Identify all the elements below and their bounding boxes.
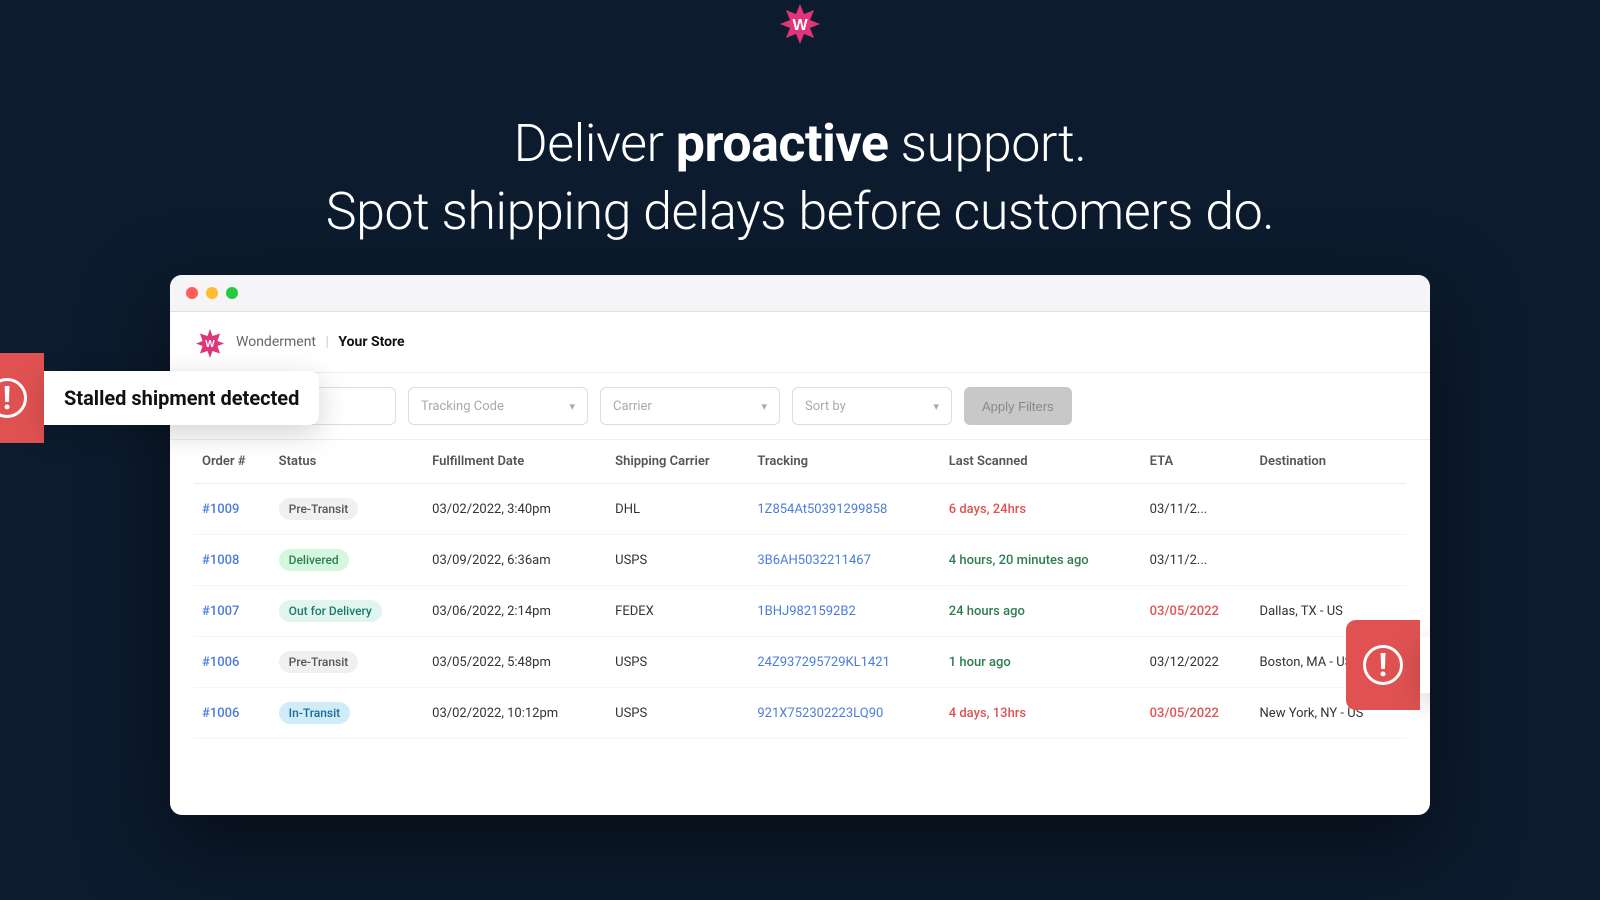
sort-label: Sort by: [805, 399, 846, 414]
table-row: #1008 Delivered 03/09/2022, 6:36amUSPS 3B6A…: [194, 535, 1406, 586]
fulfillment-date: 03/02/2022, 10:12pm: [424, 688, 607, 739]
tracking-link[interactable]: 24Z937295729KL1421: [757, 655, 890, 670]
last-scanned: 24 hours ago: [941, 586, 1142, 637]
tracking-link[interactable]: 1BHJ9821592B2: [757, 604, 855, 619]
col-destination: Destination: [1252, 440, 1406, 484]
eta: 03/12/2022: [1142, 637, 1252, 688]
shipping-carrier: USPS: [607, 688, 749, 739]
destination: [1252, 535, 1406, 586]
eta: 03/05/2022: [1142, 688, 1252, 739]
tracking-chevron-icon: ▾: [569, 400, 575, 413]
order-link[interactable]: #1006: [202, 655, 239, 670]
stalled-title: Stalled shipment detected: [64, 385, 299, 411]
sort-select[interactable]: Sort by ▾: [792, 387, 952, 425]
browser-dot-minimize[interactable]: [206, 287, 218, 299]
destination: [1252, 484, 1406, 535]
store-name: Your Store: [338, 334, 404, 350]
col-last-scanned: Last Scanned: [941, 440, 1142, 484]
brand-separator: |: [326, 334, 329, 350]
last-scanned: 6 days, 24hrs: [941, 484, 1142, 535]
carrier-label: Carrier: [613, 399, 652, 414]
status-badge: In-Transit: [279, 702, 350, 724]
fulfillment-date: 03/06/2022, 2:14pm: [424, 586, 607, 637]
svg-text:W: W: [792, 17, 808, 34]
stalled-exclaim-icon: !: [0, 378, 27, 418]
order-link[interactable]: #1007: [202, 604, 239, 619]
shipments-table: Order # Status Fulfillment Date Shipping…: [194, 440, 1406, 739]
carrier-select[interactable]: Carrier ▾: [600, 387, 780, 425]
arriving-late-tooltip: ! Arriving late: [1346, 620, 1430, 710]
fulfillment-date: 03/02/2022, 3:40pm: [424, 484, 607, 535]
filters-bar: ! Stalled shipment detected Tracking Cod…: [170, 373, 1430, 440]
shipping-carrier: FEDEX: [607, 586, 749, 637]
tracking-link[interactable]: 1Z854At50391299858: [757, 502, 887, 517]
browser-chrome: [170, 275, 1430, 312]
arriving-exclaim-icon: !: [1363, 645, 1403, 685]
fulfillment-date: 03/09/2022, 6:36am: [424, 535, 607, 586]
eta: 03/05/2022: [1142, 586, 1252, 637]
carrier-chevron-icon: ▾: [761, 400, 767, 413]
svg-text:W: W: [205, 339, 215, 350]
eta: 03/11/2...: [1142, 484, 1252, 535]
fulfillment-date: 03/05/2022, 5:48pm: [424, 637, 607, 688]
browser-dot-close[interactable]: [186, 287, 198, 299]
order-link[interactable]: #1008: [202, 553, 239, 568]
tracking-link[interactable]: 921X752302223LQ90: [757, 706, 883, 721]
hero-line2: Spot shipping delays before customers do…: [326, 181, 1274, 242]
order-link[interactable]: #1009: [202, 502, 239, 517]
table-row: #1009 Pre-Transit 03/02/2022, 3:40pmDHL 1Z8…: [194, 484, 1406, 535]
browser-dot-fullscreen[interactable]: [226, 287, 238, 299]
sort-chevron-icon: ▾: [933, 400, 939, 413]
last-scanned: 4 hours, 20 minutes ago: [941, 535, 1142, 586]
col-tracking: Tracking: [749, 440, 940, 484]
table-row: #1007 Out for Delivery 03/06/2022, 2:14pmF…: [194, 586, 1406, 637]
col-status: Status: [271, 440, 424, 484]
hero-line1: Deliver proactive support.: [514, 113, 1087, 174]
table-header-row: Order # Status Fulfillment Date Shipping…: [194, 440, 1406, 484]
brand-name: Wonderment: [236, 334, 316, 350]
col-eta: ETA: [1142, 440, 1252, 484]
last-scanned: 1 hour ago: [941, 637, 1142, 688]
stalled-icon-box: !: [0, 353, 44, 443]
hero-headline: Deliver proactive support. Spot shipping…: [326, 110, 1274, 245]
app-brand: Wonderment | Your Store: [236, 334, 405, 350]
shipments-table-container: Order # Status Fulfillment Date Shipping…: [170, 440, 1430, 739]
status-badge: Pre-Transit: [279, 498, 359, 520]
table-row: #1006 In-Transit 03/02/2022, 10:12pmUSPS 92…: [194, 688, 1406, 739]
col-order: Order #: [194, 440, 271, 484]
table-row: #1006 Pre-Transit 03/05/2022, 5:48pmUSPS 24…: [194, 637, 1406, 688]
stalled-shipment-tooltip: ! Stalled shipment detected: [0, 353, 319, 443]
status-badge: Delivered: [279, 549, 349, 571]
arriving-icon-box: !: [1346, 620, 1420, 710]
app-logo-icon: W: [774, 0, 826, 52]
shipping-carrier: USPS: [607, 535, 749, 586]
status-badge: Out for Delivery: [279, 600, 382, 622]
col-carrier: Shipping Carrier: [607, 440, 749, 484]
tracking-code-label: Tracking Code: [421, 399, 504, 414]
order-link[interactable]: #1006: [202, 706, 239, 721]
stalled-text-box: Stalled shipment detected: [44, 371, 319, 425]
shipping-carrier: USPS: [607, 637, 749, 688]
arriving-text-box: Arriving late: [1420, 637, 1430, 693]
browser-window: W Wonderment | Your Store ! Stalled ship…: [170, 275, 1430, 815]
status-badge: Pre-Transit: [279, 651, 359, 673]
apply-filters-button[interactable]: Apply Filters: [964, 387, 1072, 425]
last-scanned: 4 days, 13hrs: [941, 688, 1142, 739]
app-header: W Wonderment | Your Store: [170, 312, 1430, 373]
col-fulfillment: Fulfillment Date: [424, 440, 607, 484]
hero-section: Deliver proactive support. Spot shipping…: [306, 70, 1294, 275]
shipping-carrier: DHL: [607, 484, 749, 535]
eta: 03/11/2...: [1142, 535, 1252, 586]
tracking-code-select[interactable]: Tracking Code ▾: [408, 387, 588, 425]
tracking-link[interactable]: 3B6AH5032211467: [757, 553, 871, 568]
